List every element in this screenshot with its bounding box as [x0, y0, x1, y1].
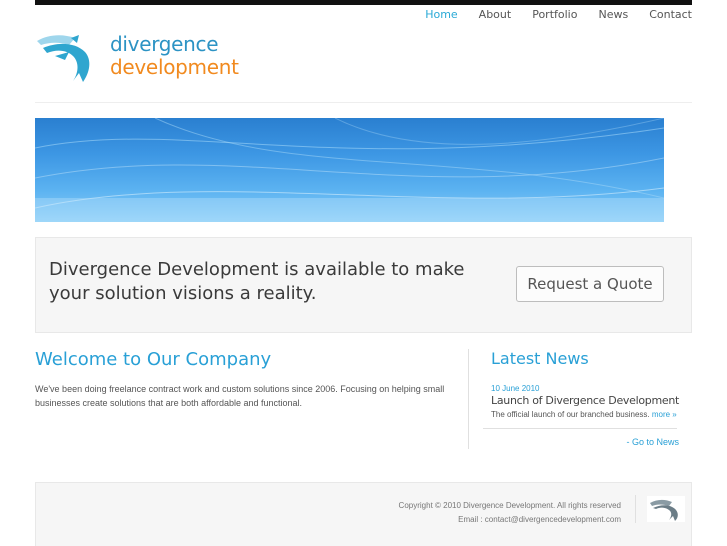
nav-contact[interactable]: Contact [638, 8, 692, 22]
request-quote-button[interactable]: Request a Quote [516, 266, 664, 302]
footer: Copyright © 2010 Divergence Development.… [35, 482, 692, 546]
quote-callout: Divergence Development is available to m… [35, 237, 692, 333]
latest-news: Latest News 10 June 2010 Launch of Diver… [491, 348, 681, 419]
copyright-text: Copyright © 2010 Divergence Development.… [398, 501, 621, 510]
nav-home[interactable]: Home [414, 8, 467, 22]
news-date: 10 June 2010 [491, 384, 540, 393]
nav-portfolio[interactable]: Portfolio [521, 8, 587, 22]
news-divider [483, 428, 677, 429]
top-bar [35, 0, 692, 5]
welcome-section: Welcome to Our Company We've been doing … [35, 348, 445, 410]
welcome-heading: Welcome to Our Company [35, 349, 272, 370]
footer-text: Copyright © 2010 Divergence Development.… [399, 499, 621, 527]
logo-text-divergence: divergence [110, 32, 219, 56]
site-logo[interactable]: divergence development [35, 32, 255, 84]
news-more-link[interactable]: more » [652, 410, 677, 419]
nav-about[interactable]: About [468, 8, 522, 22]
welcome-body: We've been doing freelance contract work… [35, 384, 445, 408]
main-nav: Home About Portfolio News Contact [414, 8, 692, 22]
news-heading: Latest News [491, 349, 589, 368]
header-divider [35, 102, 692, 103]
news-excerpt-text: The official launch of our branched busi… [491, 410, 650, 419]
footer-divider [635, 495, 636, 523]
go-to-news-link[interactable]: - Go to News [626, 437, 679, 447]
footer-email[interactable]: Email : contact@divergencedevelopment.co… [399, 513, 621, 527]
nav-news[interactable]: News [587, 8, 638, 22]
callout-message: Divergence Development is available to m… [49, 259, 465, 304]
split-arrow-icon [37, 35, 90, 82]
news-title[interactable]: Launch of Divergence Development [491, 394, 679, 407]
logo-text-development: development [110, 55, 239, 79]
news-excerpt: The official launch of our branched busi… [491, 410, 677, 419]
footer-logo-icon [647, 496, 685, 522]
column-divider [468, 349, 469, 449]
hero-banner [35, 118, 664, 222]
